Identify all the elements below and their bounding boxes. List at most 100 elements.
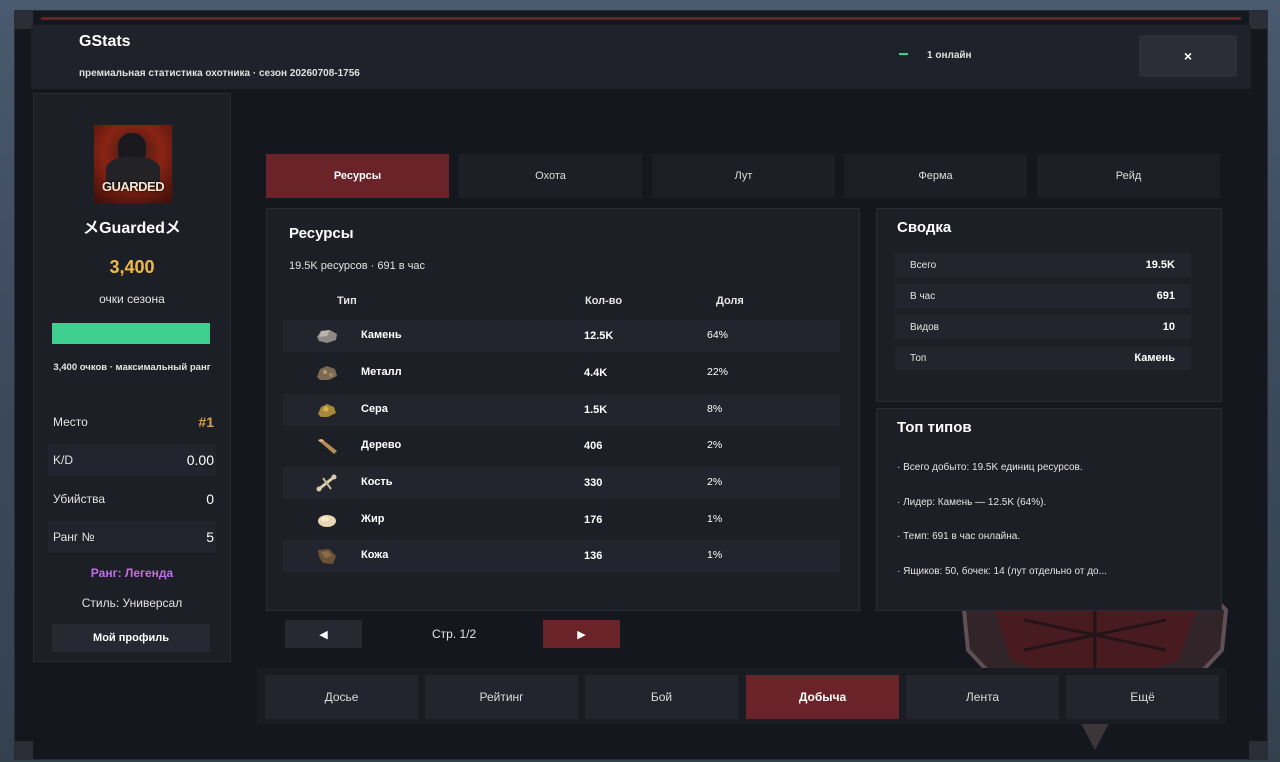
top-types-line: · Всего добыто: 19.5K единиц ресурсов. — [897, 462, 1083, 473]
stat-kd: K/D 0.00 — [48, 444, 216, 476]
stat-value: 0.00 — [186, 452, 214, 468]
online-indicator-icon — [899, 53, 908, 55]
summary-value: 19.5K — [1145, 259, 1175, 271]
top-types-title: Топ типов — [897, 419, 972, 436]
summary-value: 10 — [1162, 321, 1175, 333]
top-types-line: · Ящиков: 50, бочек: 14 (лут отдельно от… — [897, 566, 1107, 577]
table-row: Дерево 406 2% — [283, 430, 840, 462]
resource-name: Металл — [361, 366, 402, 378]
top-types-line: · Темп: 691 в час онлайна. — [897, 531, 1021, 542]
resource-share: 64% — [707, 329, 729, 341]
avatar: GUARDED — [93, 124, 173, 204]
resource-share: 1% — [707, 513, 723, 525]
summary-value: 691 — [1156, 290, 1175, 302]
tab-farm[interactable]: Ферма — [844, 154, 1027, 198]
stat-place: Место #1 — [48, 406, 216, 438]
stat-kills: Убийства 0 — [48, 483, 216, 515]
resource-name: Камень — [361, 329, 402, 341]
avatar-tag: GUARDED — [101, 179, 165, 194]
app-subtitle: премиальная статистика охотника · сезон … — [79, 68, 360, 79]
close-button[interactable]: × — [1139, 35, 1237, 77]
metal-ore-icon — [317, 366, 337, 380]
window-corner — [1249, 11, 1267, 29]
window-top-accent — [41, 17, 1241, 20]
resource-share: 8% — [707, 403, 723, 415]
nav-combat[interactable]: Бой — [585, 675, 738, 719]
resource-share: 2% — [707, 476, 723, 488]
tab-raid[interactable]: Рейд — [1037, 154, 1220, 198]
profile-sidebar: GUARDED メGuardedメ 3,400 очки сезона 3,40… — [33, 93, 231, 662]
resource-share: 2% — [707, 439, 723, 451]
header-bar: GStats премиальная статистика охотника ·… — [31, 25, 1251, 89]
rank-title: Ранг: Легенда — [90, 566, 174, 580]
summary-label: Видов — [910, 321, 939, 333]
resource-quantity: 330 — [584, 477, 603, 489]
tab-hunt[interactable]: Охота — [459, 154, 642, 198]
summary-row: В час 691 — [895, 284, 1191, 308]
table-row: Жир 176 1% — [283, 504, 840, 536]
nav-feed[interactable]: Лента — [906, 675, 1059, 719]
stat-value: #1 — [198, 414, 214, 430]
nav-rating[interactable]: Рейтинг — [425, 675, 578, 719]
online-count: 1 онлайн — [927, 50, 972, 61]
sulfur-ore-icon — [318, 404, 336, 417]
table-row: Камень 12.5K 64% — [283, 320, 840, 352]
stat-label: Место — [53, 415, 88, 429]
my-profile-button[interactable]: Мой профиль — [52, 624, 210, 652]
table-row: Кость 330 2% — [283, 467, 840, 499]
season-points-label: очки сезона — [99, 292, 165, 306]
summary-label: Всего — [910, 259, 937, 271]
summary-value: Камень — [1134, 352, 1175, 364]
next-page-button[interactable]: ▶ — [543, 620, 620, 648]
top-types-panel: Топ типов · Всего добыто: 19.5K единиц р… — [876, 408, 1222, 611]
resource-quantity: 4.4K — [584, 367, 608, 379]
tab-loot[interactable]: Лут — [652, 154, 835, 198]
resource-name: Сера — [361, 403, 388, 415]
stat-label: Ранг № — [53, 530, 95, 544]
stat-rank-number: Ранг № 5 — [48, 521, 216, 553]
column-header-quantity: Кол-во — [585, 295, 623, 307]
resources-subtitle: 19.5K ресурсов · 691 в час — [289, 260, 426, 272]
rank-note: 3,400 очков · максимальный ранг — [53, 362, 211, 373]
resource-quantity: 406 — [584, 440, 603, 452]
summary-row: Видов 10 — [895, 315, 1191, 339]
bone-icon — [316, 474, 337, 492]
resource-quantity: 136 — [584, 550, 603, 562]
summary-label: В час — [910, 290, 936, 302]
stat-label: Убийства — [53, 492, 106, 506]
summary-title: Сводка — [897, 219, 952, 236]
bottom-navigation: Досье Рейтинг Бой Добыча Лента Ещё — [257, 668, 1227, 724]
prev-page-button[interactable]: ◀ — [285, 620, 362, 648]
play-style: Стиль: Универсал — [81, 596, 183, 610]
summary-row: Всего 19.5K — [895, 253, 1191, 277]
column-header-type: Тип — [337, 295, 357, 307]
resource-share: 22% — [707, 366, 729, 378]
resource-share: 1% — [707, 549, 723, 561]
tab-resources[interactable]: Ресурсы — [266, 154, 449, 198]
window-corner — [15, 741, 33, 759]
table-row: Сера 1.5K 8% — [283, 394, 840, 426]
stat-label: K/D — [53, 453, 74, 467]
stat-value: 5 — [206, 529, 214, 545]
nav-more[interactable]: Ещё — [1066, 675, 1219, 719]
season-points: 3,400 — [109, 257, 155, 277]
nav-dossier[interactable]: Досье — [265, 675, 418, 719]
resource-quantity: 176 — [584, 514, 603, 526]
resource-name: Жир — [361, 513, 385, 525]
table-row: Металл 4.4K 22% — [283, 357, 840, 389]
summary-row: Топ Камень — [895, 346, 1191, 370]
nav-gathering[interactable]: Добыча — [746, 675, 899, 719]
stat-value: 0 — [206, 491, 214, 507]
top-types-line: · Лидер: Камень — 12.5K (64%). — [897, 497, 1047, 508]
table-row: Кожа 136 1% — [283, 540, 840, 572]
fat-icon — [318, 515, 336, 527]
rank-progress-bar — [52, 323, 210, 344]
resource-name: Дерево — [361, 439, 402, 451]
resource-name: Кожа — [361, 549, 389, 561]
app-title: GStats — [79, 33, 131, 50]
resources-title: Ресурсы — [289, 225, 354, 242]
rank-progress-fill — [52, 323, 210, 344]
category-tabs: Ресурсы Охота Лут Ферма Рейд — [266, 154, 1222, 198]
wood-icon — [318, 439, 337, 454]
player-name: メGuardedメ — [83, 220, 181, 237]
